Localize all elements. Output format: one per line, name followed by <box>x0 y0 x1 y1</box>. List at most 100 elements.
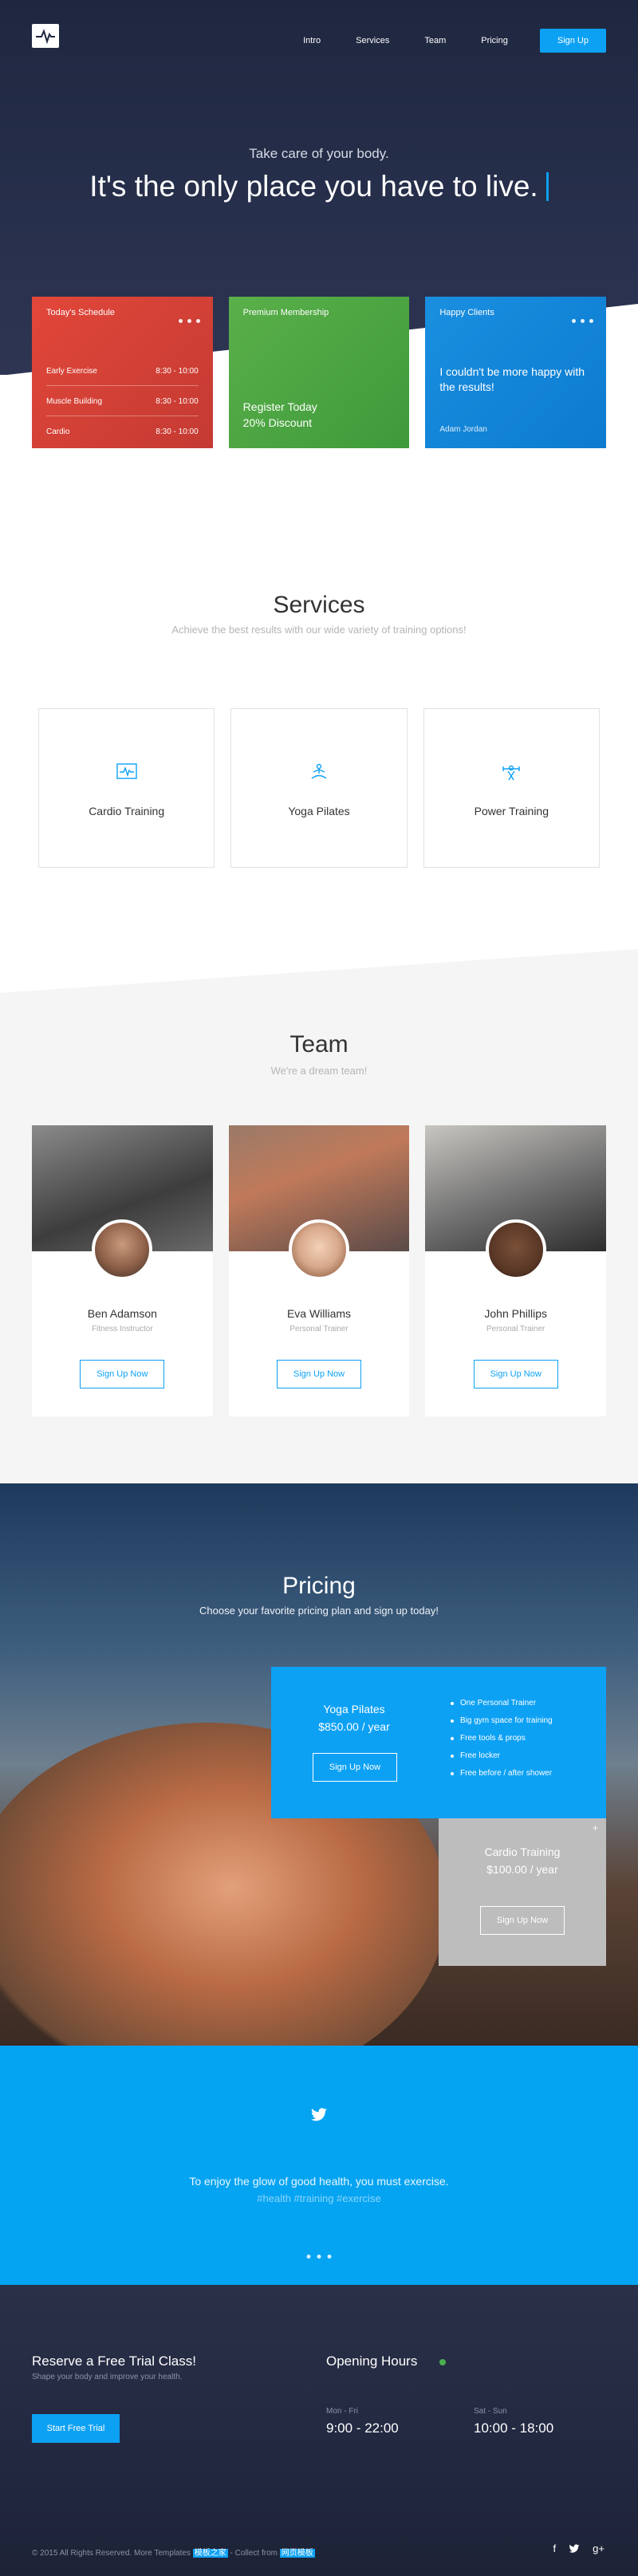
team-title: Team <box>289 1031 349 1058</box>
schedule-row-name: Cardio <box>46 427 70 436</box>
nav-pricing[interactable]: Pricing <box>481 36 508 45</box>
plan-feature: Free before / after shower <box>451 1769 553 1778</box>
services-section: Services Achieve the best results with o… <box>0 447 638 977</box>
nav-services[interactable]: Services <box>356 36 389 45</box>
promo-line-1: Register Today <box>242 400 317 413</box>
twitter-icon <box>311 2108 327 2121</box>
avatar <box>485 1219 546 1280</box>
copyright: © 2015 All Rights Reserved. More Templat… <box>32 2546 315 2558</box>
schedule-row-name: Early Exercise <box>46 367 97 376</box>
start-trial-button[interactable]: Start Free Trial <box>32 2414 120 2443</box>
member-name: Ben Adamson <box>87 1307 157 1320</box>
plan-feature: One Personal Trainer <box>451 1699 553 1707</box>
nav-team[interactable]: Team <box>424 36 446 45</box>
service-card-yoga[interactable]: Yoga Pilates <box>230 708 408 868</box>
service-name: Yoga Pilates <box>288 805 350 817</box>
schedule-row: Muscle Building 8:30 - 10:00 <box>46 397 199 416</box>
logo[interactable] <box>32 24 59 48</box>
schedule-row-time: 8:30 - 10:00 <box>156 427 199 436</box>
schedule-row-name: Muscle Building <box>46 397 103 406</box>
expand-plus-icon[interactable]: + <box>593 1822 598 1834</box>
schedule-row: Cardio 8:30 - 10:00 <box>46 427 199 446</box>
promo-line-2: 20% Discount <box>242 416 313 429</box>
services-subtitle: Achieve the best results with our wide v… <box>171 624 467 636</box>
testimonial-tags: #health #training #exercise <box>257 2192 381 2204</box>
hours-time: 10:00 - 18:00 <box>474 2420 554 2436</box>
hours-days: Mon - Fri <box>326 2407 358 2416</box>
plan-signup-button[interactable]: Sign Up Now <box>480 1906 565 1935</box>
member-name: Eva Williams <box>286 1307 352 1320</box>
team-section: Team We're a dream team! Ben Adamson Fit… <box>0 949 638 1483</box>
service-name: Cardio Training <box>89 805 165 817</box>
avatar <box>289 1219 349 1280</box>
clients-card: Happy Clients I couldn't be more happy w… <box>425 297 607 448</box>
plan-feature: Free tools & props <box>451 1734 553 1743</box>
pricing-subtitle: Choose your favorite pricing plan and si… <box>199 1605 439 1617</box>
member-name: John Phillips <box>484 1307 547 1320</box>
yoga-icon <box>311 763 327 779</box>
service-card-cardio[interactable]: Cardio Training <box>38 708 215 868</box>
schedule-card-title: Today's Schedule <box>46 308 115 317</box>
plan-name: Yoga Pilates <box>323 1703 385 1715</box>
member-signup-button[interactable]: Sign Up Now <box>80 1360 165 1388</box>
schedule-carousel-dots[interactable] <box>178 319 200 323</box>
pricing-title: Pricing <box>282 1573 356 1599</box>
plan-price: $100.00 / year <box>486 1863 558 1876</box>
testimonial-text: To enjoy the glow of good health, you mu… <box>189 2175 449 2188</box>
opening-hours-title: Opening Hours <box>326 2353 418 2369</box>
plan-feature: Big gym space for training <box>451 1716 553 1725</box>
team-member-card: Ben Adamson Fitness Instructor Sign Up N… <box>32 1125 213 1416</box>
plan-features: One Personal Trainer Big gym space for t… <box>451 1699 553 1786</box>
plan-price: $850.00 / year <box>318 1720 390 1733</box>
membership-promo: Register Today 20% Discount <box>243 399 317 431</box>
social-links: f g+ <box>553 2543 605 2554</box>
plan-name: Cardio Training <box>484 1845 561 1858</box>
member-signup-button[interactable]: Sign Up Now <box>473 1360 558 1388</box>
services-title: Services <box>273 592 365 618</box>
schedule-row-time: 8:30 - 10:00 <box>156 397 199 406</box>
membership-card-title: Premium Membership <box>242 308 329 317</box>
nav-intro[interactable]: Intro <box>303 36 321 45</box>
heart-monitor-icon <box>116 763 137 779</box>
client-quote: I couldn't be more happy with the result… <box>439 365 585 393</box>
schedule-card: Today's Schedule Early Exercise 8:30 - 1… <box>32 297 213 448</box>
plan-yoga-pilates: Yoga Pilates $850.00 / year Sign Up Now … <box>271 1667 606 1818</box>
client-author: Adam Jordan <box>439 425 487 434</box>
plan-cardio-training: + Cardio Training $100.00 / year Sign Up… <box>439 1818 606 1966</box>
copyright-text: © 2015 All Rights Reserved. More Templat… <box>32 2549 191 2558</box>
open-status-indicator <box>439 2359 446 2365</box>
typing-cursor <box>545 172 549 201</box>
facebook-icon[interactable]: f <box>553 2543 557 2554</box>
nav-signup-button[interactable]: Sign Up <box>539 29 606 53</box>
service-name: Power Training <box>474 805 549 817</box>
schedule-row: Early Exercise 8:30 - 10:00 <box>46 367 199 386</box>
services-list: Cardio Training Yoga Pilates Power Train… <box>38 708 600 868</box>
member-signup-button[interactable]: Sign Up Now <box>277 1360 361 1388</box>
feature-cards: Today's Schedule Early Exercise 8:30 - 1… <box>32 297 607 448</box>
plan-signup-button[interactable]: Sign Up Now <box>313 1753 397 1782</box>
collect-link[interactable]: 网页模板 <box>279 2549 315 2558</box>
hero-title-text: It's the only place you have to live. <box>89 170 538 203</box>
team-member-card: John Phillips Personal Trainer Sign Up N… <box>425 1125 607 1416</box>
trial-title: Reserve a Free Trial Class! <box>32 2353 196 2369</box>
testimonial-carousel-dots[interactable] <box>306 2255 332 2259</box>
pricing-section: Pricing Choose your favorite pricing pla… <box>0 1483 638 2046</box>
footer: Reserve a Free Trial Class! Shape your b… <box>0 2285 638 2576</box>
hero-title: It's the only place you have to live. <box>0 170 638 203</box>
schedule-row-time: 8:30 - 10:00 <box>156 367 199 376</box>
clients-carousel-dots[interactable] <box>572 319 594 323</box>
testimonial-section: To enjoy the glow of good health, you mu… <box>0 2046 638 2285</box>
clients-card-title: Happy Clients <box>439 308 494 317</box>
dumbbell-icon <box>502 765 521 781</box>
member-role: Personal Trainer <box>486 1325 545 1333</box>
twitter-icon[interactable] <box>569 2543 580 2554</box>
collect-text: - Collect from <box>230 2549 278 2558</box>
hours-time: 9:00 - 22:00 <box>326 2420 399 2436</box>
trial-subtitle: Shape your body and improve your health. <box>32 2373 183 2381</box>
pulse-logo-icon <box>36 29 55 45</box>
google-plus-icon[interactable]: g+ <box>593 2543 605 2554</box>
templates-link[interactable]: 模板之家 <box>192 2549 228 2558</box>
membership-card[interactable]: Premium Membership Register Today 20% Di… <box>228 297 410 448</box>
team-member-card: Eva Williams Personal Trainer Sign Up No… <box>228 1125 410 1416</box>
service-card-power[interactable]: Power Training <box>423 708 600 868</box>
